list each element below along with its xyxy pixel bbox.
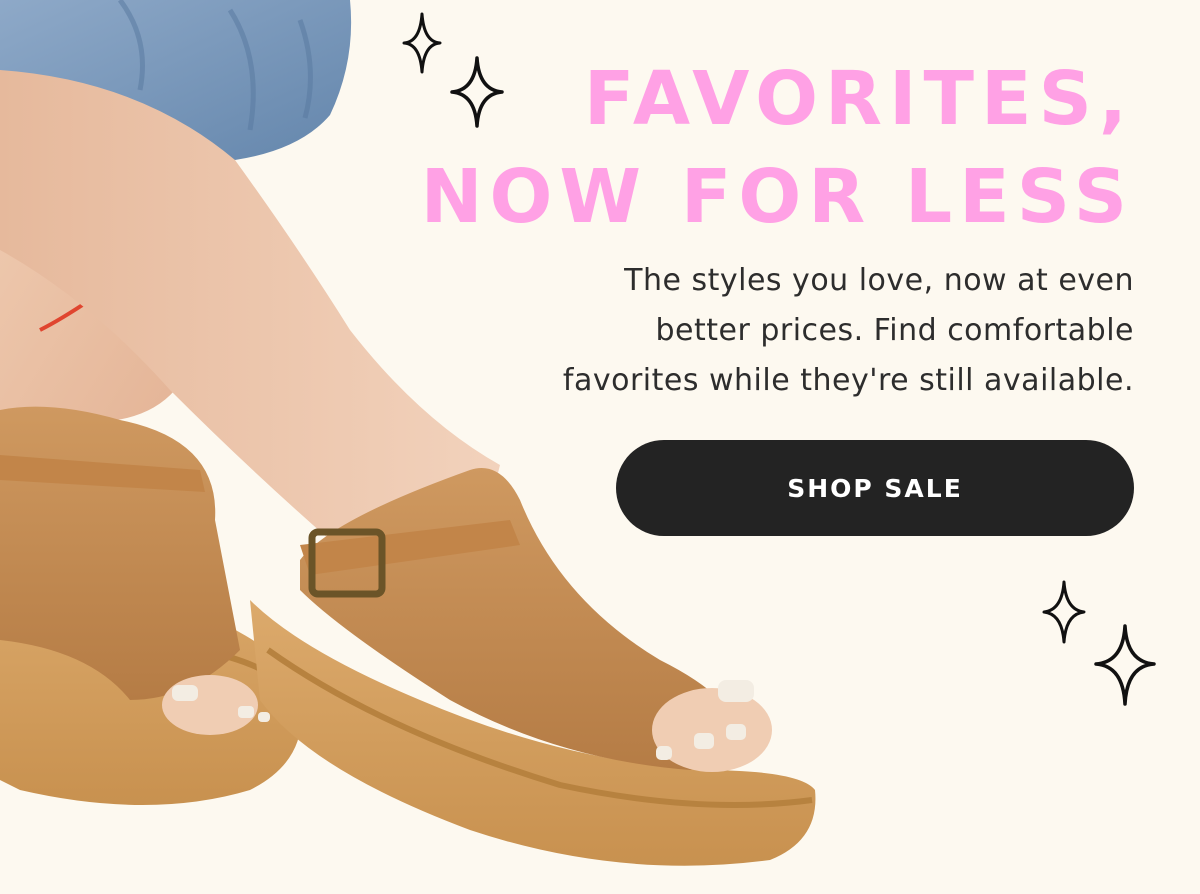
sparkle-icon — [1042, 580, 1086, 644]
headline-line-1: FAVORITES, — [583, 56, 1134, 142]
body-line-1: The styles you love, now at even — [624, 263, 1134, 298]
body-line-2: better prices. Find comfortable — [655, 313, 1134, 348]
shop-sale-label: SHOP SALE — [787, 473, 963, 503]
promo-banner: FAVORITES, NOW FOR LESS The styles you l… — [0, 0, 1200, 894]
body-copy: The styles you love, now at even better … — [414, 256, 1134, 406]
shop-sale-button[interactable]: SHOP SALE — [616, 440, 1134, 536]
sparkle-icon — [1094, 624, 1156, 706]
headline-line-2: NOW FOR LESS — [420, 154, 1134, 240]
body-line-3: favorites while they're still available. — [562, 363, 1134, 398]
headline: FAVORITES, NOW FOR LESS — [334, 50, 1134, 246]
